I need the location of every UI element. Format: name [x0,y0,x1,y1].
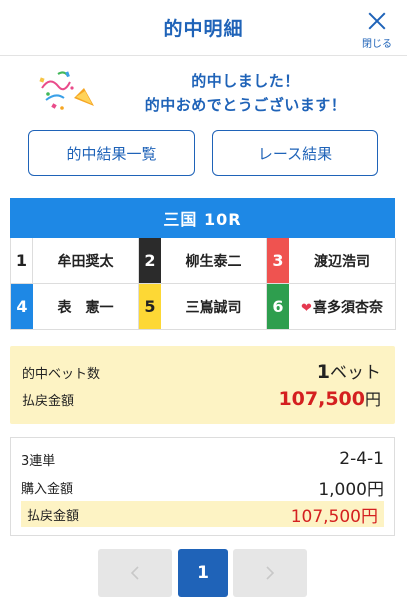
boat-number: 4 [11,284,33,329]
heart-icon: ❤ [301,300,312,316]
detail-payout-row: 払戻金額 107,500円 [21,501,384,527]
hit-summary: 的中ベット数 1ベット 払戻金額 107,500円 [10,346,395,424]
boat-number: 2 [139,238,161,283]
chevron-left-icon [130,566,139,580]
entry-1: 1 牟田奨太 [11,238,139,284]
racer-name: 表 憲一 [57,299,114,316]
close-button[interactable]: 閉じる [357,8,397,50]
close-label: 閉じる [362,39,392,50]
entry-4: 4 表 憲一 [11,284,139,330]
chevron-right-icon [266,566,275,580]
prev-page-button[interactable] [98,549,172,597]
bet-combination: 2-4-1 [339,449,384,469]
next-page-button[interactable] [233,549,307,597]
congrats-banner: 的中しました！ 的中おめでとうございます！ [0,62,407,118]
racer-name: 喜多須杏奈 [312,299,383,316]
entry-grid: 1 牟田奨太 2 柳生泰二 3 渡辺浩司 4 表 憲一 5 三嶌誠司 6 ❤喜多… [10,238,396,330]
entry-3: 3 渡辺浩司 [267,238,396,284]
payout-value: 107,500円 [278,386,381,410]
boat-number: 3 [267,238,289,283]
detail-payout-value: 107,500円 [290,506,378,527]
hit-bets-count: 1 [316,361,330,383]
purchase-label: 購入金額 [21,481,74,497]
boat-number: 6 [267,284,289,329]
entry-5: 5 三嶌誠司 [139,284,267,330]
purchase-value: 1,000円 [318,479,384,500]
header: 的中明細 閉じる [0,0,407,56]
congrats-line-2: 的中おめでとうございます！ [144,96,347,114]
racer-name-with-icon: ❤喜多須杏奈 [289,297,395,317]
detail-payout-label: 払戻金額 [27,508,80,524]
close-icon [366,10,388,32]
racer-name: 柳生泰二 [185,253,242,270]
page-title: 的中明細 [163,18,244,40]
race-card: 三国 10R 1 牟田奨太 2 柳生泰二 3 渡辺浩司 4 表 憲一 5 三嶌誠… [10,198,396,330]
boat-number: 5 [139,284,161,329]
racer-name: 渡辺浩司 [314,253,370,270]
purchase-row: 購入金額 1,000円 [21,474,384,500]
hit-bets-value: 1ベット [317,358,381,383]
payout-row: 払戻金額 107,500円 [22,386,381,410]
hit-bets-row: 的中ベット数 1ベット [22,358,381,383]
race-results-button[interactable]: レース結果 [212,130,378,176]
congrats-line-1: 的中しました！ [191,72,300,90]
payout-amount: 107,500 [278,388,365,410]
racer-name: 牟田奨太 [57,253,114,270]
racer-name: 三嶌誠司 [185,299,242,316]
boat-number: 1 [11,238,33,283]
page-1-button[interactable]: 1 [178,549,228,597]
payout-label: 払戻金額 [22,394,75,409]
race-title: 三国 10R [10,198,395,238]
entry-2: 2 柳生泰二 [139,238,267,284]
results-list-button[interactable]: 的中結果一覧 [28,130,195,176]
payout-unit: 円 [364,390,381,409]
hit-bets-unit: ベット [330,363,381,383]
bet-type-row: 3連単 2-4-1 [21,446,384,472]
bet-type: 3連単 [21,453,56,469]
entry-6: 6 ❤喜多須杏奈 [267,284,396,330]
bet-detail: 3連単 2-4-1 購入金額 1,000円 払戻金額 107,500円 [10,437,395,536]
hit-bets-label: 的中ベット数 [22,367,101,382]
